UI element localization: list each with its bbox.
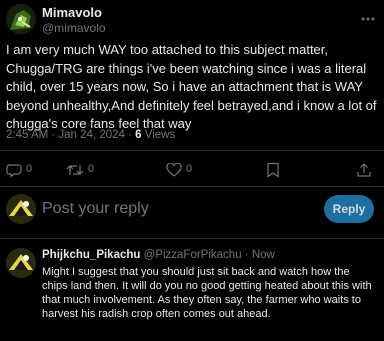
like-icon[interactable] (166, 163, 182, 177)
author-handle[interactable]: @mimavolo (42, 21, 106, 35)
reply-icon[interactable] (6, 163, 42, 177)
reply-author-name[interactable]: Phijkchu_Pikachu (42, 249, 140, 261)
like-count: 0 (186, 163, 193, 175)
post-timestamp: 2:45 AM · Jan 24, 2024 · 6 Views (6, 129, 175, 141)
more-options-icon[interactable] (360, 12, 376, 24)
reply-time[interactable]: Now (252, 249, 275, 261)
author-name[interactable]: Mimavolo (42, 5, 102, 20)
divider (0, 150, 384, 151)
reply-button-label: Reply (332, 202, 366, 216)
divider (0, 186, 384, 187)
reply-input[interactable] (42, 197, 312, 221)
reply-header: Phijkchu_Pikachu @PizzaForPikachu · Now (42, 249, 275, 261)
timestamp-text[interactable]: 2:45 AM · Jan 24, 2024 · (6, 129, 135, 141)
bookmark-icon[interactable] (266, 162, 280, 178)
repost-icon[interactable] (66, 163, 84, 177)
views-label: Views (141, 129, 176, 141)
reply-author-avatar[interactable] (6, 248, 36, 278)
composer-avatar (6, 194, 36, 224)
reply-author-handle[interactable]: @PizzaForPikachu (144, 249, 242, 261)
reply-separator: · (241, 249, 252, 261)
repost-count: 0 (88, 163, 95, 175)
divider (0, 238, 384, 239)
author-avatar[interactable] (6, 4, 36, 34)
post-text: I am very much WAY too attached to this … (6, 42, 377, 131)
reply-count: 0 (26, 163, 33, 175)
share-icon[interactable] (356, 162, 372, 178)
reply-text: Might I suggest that you should just sit… (42, 266, 372, 320)
reply-button[interactable]: Reply (324, 195, 374, 223)
